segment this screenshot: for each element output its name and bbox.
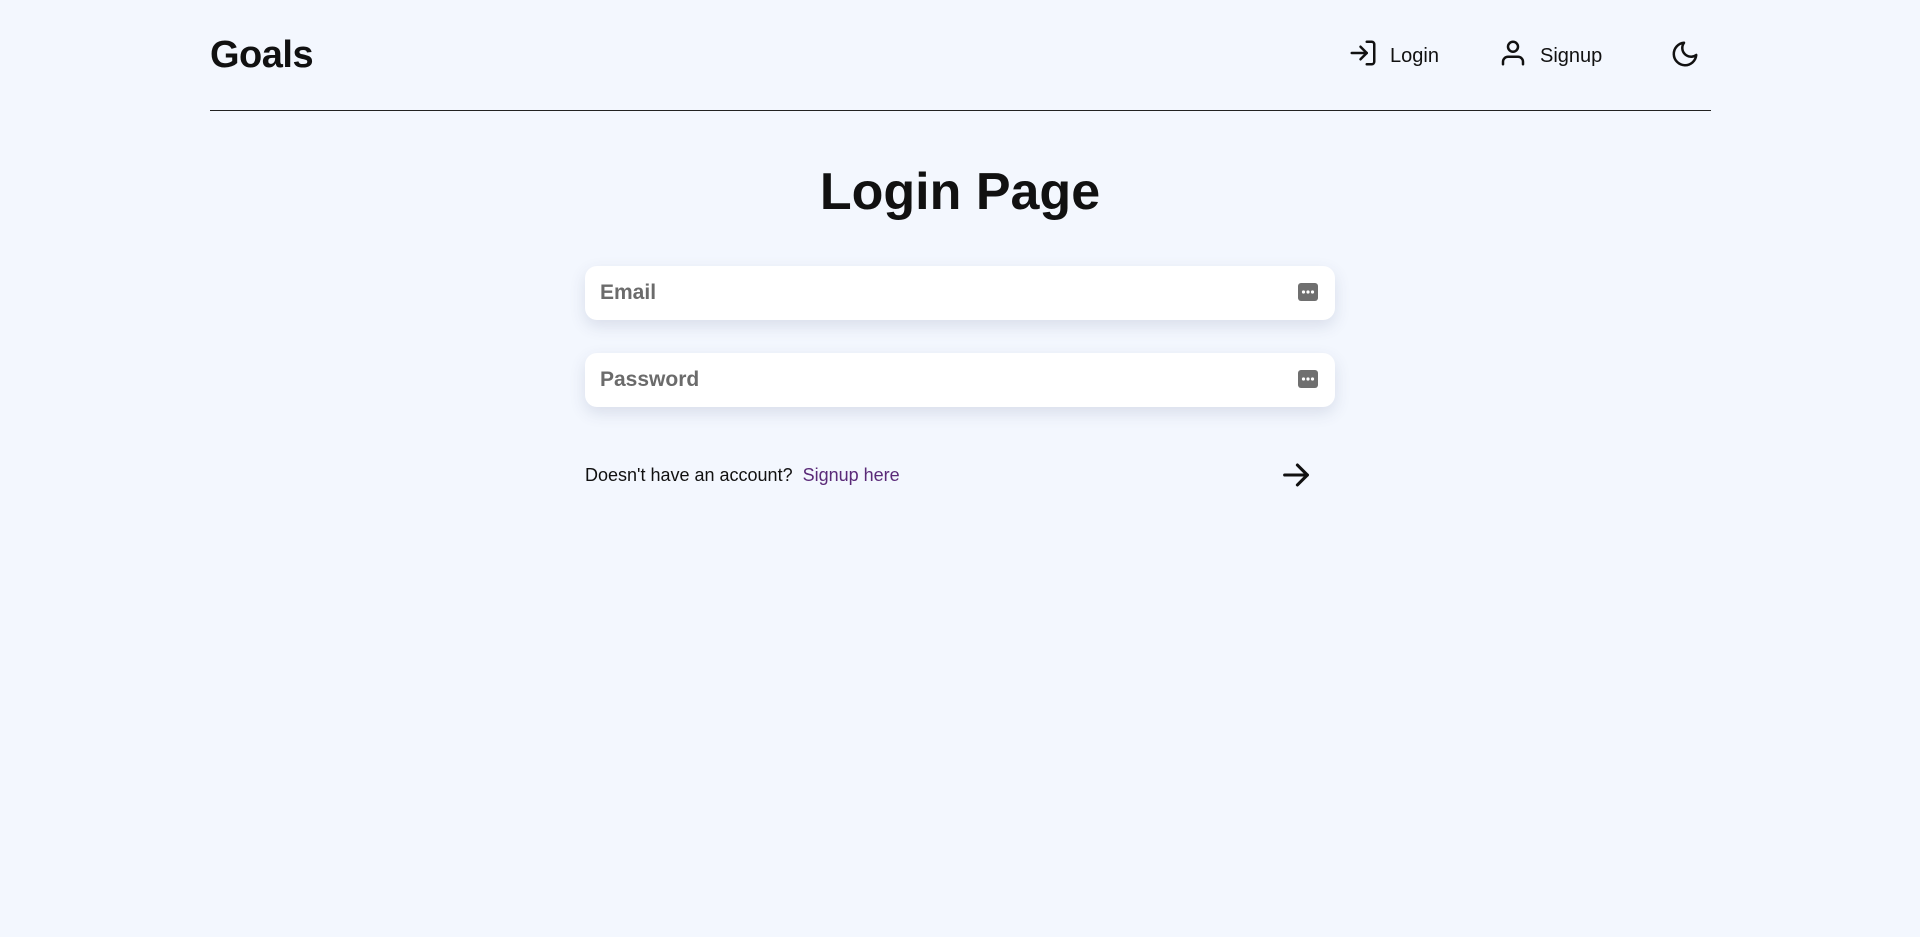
- email-field-container: [585, 266, 1335, 320]
- signup-here-link[interactable]: Signup here: [803, 465, 900, 486]
- signup-prompt-row: Doesn't have an account? Signup here: [585, 463, 1335, 487]
- nav-signup-label: Signup: [1540, 44, 1603, 67]
- password-field[interactable]: [585, 353, 1335, 407]
- email-field[interactable]: [585, 266, 1335, 320]
- arrow-right-icon[interactable]: [1279, 458, 1313, 492]
- nav-login-label: Login: [1390, 44, 1439, 67]
- password-manager-icon[interactable]: [1298, 370, 1318, 388]
- login-icon: [1348, 38, 1378, 74]
- brand-title[interactable]: Goals: [210, 34, 314, 77]
- nav-login-link[interactable]: Login: [1348, 40, 1439, 72]
- signup-prompt-text: Doesn't have an account?: [585, 464, 793, 485]
- nav-signup-link[interactable]: Signup: [1498, 40, 1602, 72]
- user-icon: [1498, 38, 1528, 74]
- password-field-container: [585, 353, 1335, 407]
- page-title: Login Page: [819, 163, 1101, 221]
- password-manager-icon[interactable]: [1298, 283, 1318, 301]
- moon-icon[interactable]: [1670, 39, 1700, 69]
- header: Goals Login Signup: [210, 0, 1711, 111]
